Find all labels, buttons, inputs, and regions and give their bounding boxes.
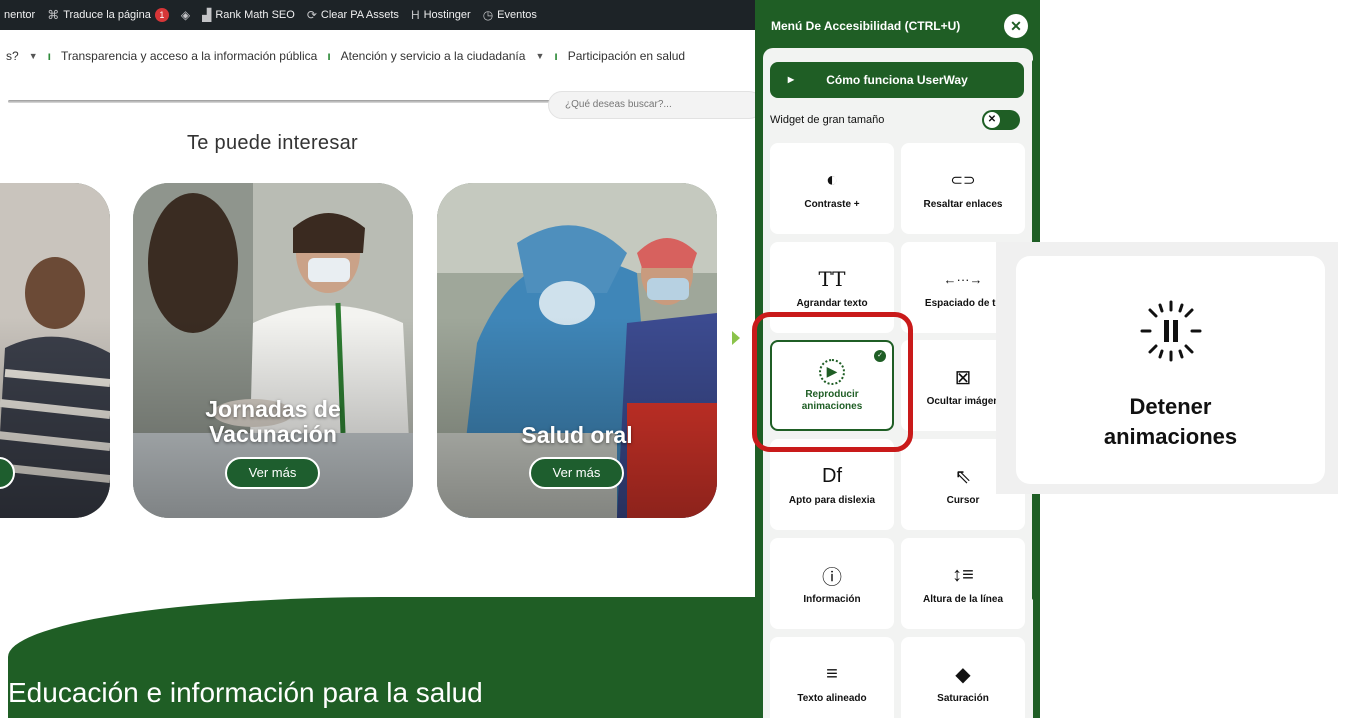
nav-item-atencion[interactable]: Atención y servicio a la ciudadanía bbox=[341, 49, 526, 63]
dyslexia-icon: Df bbox=[822, 464, 842, 487]
saturation-icon: ◆ bbox=[955, 663, 971, 686]
screenshot: nentor ⌘ Traduce la página 1 ◈ ▟ Rank Ma… bbox=[0, 0, 1345, 718]
tile-label: Saturación bbox=[937, 693, 989, 704]
tile-label: Ocultar imágen bbox=[926, 396, 1000, 407]
chevron-down-icon[interactable]: ▼ bbox=[535, 51, 544, 61]
tile-label: Información bbox=[803, 594, 861, 605]
website-area: nentor ⌘ Traduce la página 1 ◈ ▟ Rank Ma… bbox=[0, 0, 755, 718]
pause-animation-icon bbox=[1140, 300, 1202, 362]
chevron-down-icon[interactable]: ▼ bbox=[29, 51, 38, 61]
tile-label: Contraste + bbox=[804, 199, 860, 210]
card-jornadas-vacunacion[interactable]: Jornadas de Vacunación Ver más bbox=[133, 183, 413, 518]
tile-label: Texto alineado bbox=[797, 693, 867, 704]
admin-bar-item-hostinger[interactable]: H Hostinger bbox=[411, 8, 471, 22]
admin-bar-item-eventos[interactable]: ◷ Eventos bbox=[483, 8, 537, 22]
admin-bar-label: Eventos bbox=[497, 9, 537, 21]
slider-next-arrow[interactable] bbox=[732, 331, 740, 345]
hide-image-icon: ⊠ bbox=[954, 366, 972, 389]
card-title: Jornadas de Vacunación bbox=[205, 396, 341, 447]
zoom-label: Detener animaciones bbox=[1103, 394, 1238, 449]
admin-bar-label: Hostinger bbox=[423, 9, 471, 21]
admin-bar-label: nentor bbox=[4, 9, 36, 21]
nav-item-participacion[interactable]: Participación en salud bbox=[568, 49, 685, 63]
play-icon: ▶ bbox=[784, 73, 798, 87]
admin-bar-item-diamond[interactable]: ◈ bbox=[181, 8, 190, 22]
wp-admin-bar: nentor ⌘ Traduce la página 1 ◈ ▟ Rank Ma… bbox=[0, 0, 755, 30]
link-icon: ⊂⊃ bbox=[950, 172, 976, 189]
notification-badge: 1 bbox=[154, 8, 169, 22]
how-it-works-button[interactable]: ▶ Cómo funciona UserWay bbox=[770, 62, 1024, 98]
calendar-icon: ◷ bbox=[482, 8, 494, 22]
spacing-icon: ←···→ bbox=[943, 271, 983, 287]
text-size-icon: TT bbox=[818, 267, 846, 291]
admin-bar-item-clear-assets[interactable]: ⟳ Clear PA Assets bbox=[307, 8, 399, 22]
tile-highlight-links[interactable]: ⊂⊃ Resaltar enlaces bbox=[901, 143, 1025, 234]
tile-text-align[interactable]: ≡ Texto alineado bbox=[770, 637, 894, 718]
nav-item-partial[interactable]: s? bbox=[6, 49, 19, 63]
admin-bar-item-translate[interactable]: ⌘ Traduce la página 1 bbox=[47, 8, 169, 22]
highlight-annotation bbox=[752, 312, 913, 452]
zoom-card: Detener animaciones bbox=[1016, 256, 1325, 484]
big-widget-row: Widget de gran tamaño ✕ bbox=[770, 110, 1020, 130]
card-title: as bbox=[0, 423, 110, 448]
nav-item-transparencia[interactable]: Transparencia y acceso a la información … bbox=[61, 49, 317, 63]
education-title: Educación e información para la salud bbox=[8, 677, 483, 708]
tile-label: Apto para dislexia bbox=[788, 495, 876, 506]
section-title: Te puede interesar bbox=[186, 132, 359, 154]
panel-title: Menú De Accesibilidad (CTRL+U) bbox=[771, 19, 961, 33]
card-title: Salud oral bbox=[521, 422, 633, 448]
line-height-icon: ↕≡ bbox=[952, 563, 974, 586]
tile-label: Cursor bbox=[946, 495, 980, 506]
nav-separator: ı bbox=[327, 49, 331, 63]
close-icon[interactable]: ✕ bbox=[1004, 14, 1028, 38]
tile-line-height[interactable]: ↕≡ Altura de la línea bbox=[901, 538, 1025, 629]
card-salud-oral[interactable]: Salud oral Ver más bbox=[437, 183, 717, 518]
admin-bar-item-mentor[interactable]: nentor bbox=[4, 9, 35, 21]
tile-label: Altura de la línea bbox=[922, 594, 1004, 605]
card-partial[interactable]: as bbox=[0, 183, 110, 518]
ver-mas-button[interactable]: Ver más bbox=[225, 457, 320, 489]
chart-icon: ▟ bbox=[202, 8, 212, 22]
translate-icon: ⌘ bbox=[47, 8, 60, 22]
align-icon: ≡ bbox=[826, 662, 838, 685]
how-it-works-label: Cómo funciona UserWay bbox=[826, 73, 968, 87]
ver-mas-button[interactable]: Ver más bbox=[529, 457, 624, 489]
admin-bar-label: Rank Math SEO bbox=[215, 9, 295, 21]
admin-bar-label: Clear PA Assets bbox=[320, 9, 399, 21]
admin-bar-item-rankmath[interactable]: ▟ Rank Math SEO bbox=[202, 8, 295, 22]
tile-label: Espaciado de te bbox=[924, 298, 1002, 309]
zoom-callout: Detener animaciones bbox=[996, 242, 1338, 494]
big-widget-toggle[interactable]: ✕ bbox=[982, 110, 1020, 130]
cursor-icon: ⇖ bbox=[954, 465, 972, 488]
admin-bar-label: Traduce la página bbox=[63, 9, 151, 21]
tile-label: Agrandar texto bbox=[796, 298, 868, 309]
hostinger-icon: H bbox=[410, 8, 420, 22]
tile-information[interactable]: ⓘ Información bbox=[770, 538, 894, 629]
nav-separator: ı bbox=[554, 49, 558, 63]
tile-contrast[interactable]: ◐ Contraste + bbox=[770, 143, 894, 234]
nav-separator: ı bbox=[47, 49, 51, 63]
tile-saturation[interactable]: ◆ Saturación bbox=[901, 637, 1025, 718]
info-icon: ⓘ bbox=[822, 566, 842, 589]
refresh-icon: ⟳ bbox=[306, 8, 317, 22]
diamond-icon: ◈ bbox=[180, 8, 191, 22]
header-divider bbox=[8, 100, 553, 103]
close-icon: ✕ bbox=[984, 112, 1000, 128]
tile-label: Resaltar enlaces bbox=[923, 199, 1003, 210]
card-shade bbox=[0, 183, 110, 518]
tile-dyslexia[interactable]: Df Apto para dislexia bbox=[770, 439, 894, 530]
main-nav: s? ▼ ı Transparencia y acceso a la infor… bbox=[0, 44, 755, 68]
big-widget-label: Widget de gran tamaño bbox=[770, 114, 885, 126]
search-input[interactable]: ¿Qué deseas buscar?... bbox=[548, 91, 755, 119]
contrast-icon: ◐ bbox=[825, 168, 839, 191]
